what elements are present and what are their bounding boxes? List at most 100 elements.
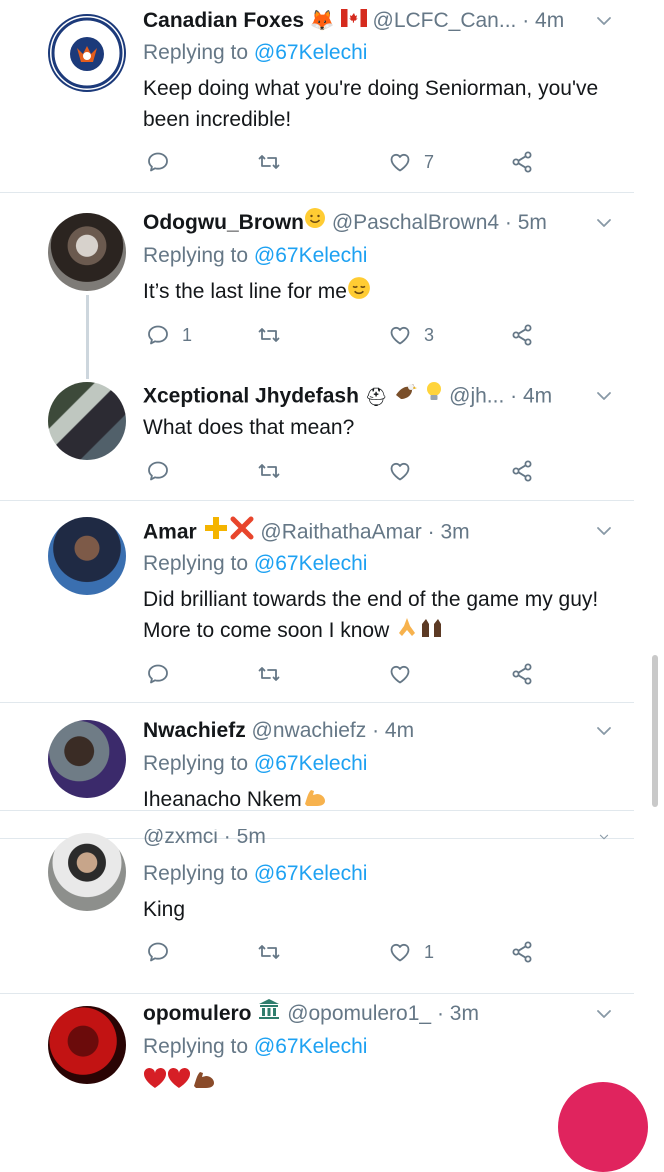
replying-to-label: Replying to — [143, 1035, 249, 1058]
like-button[interactable] — [388, 659, 412, 689]
replying-to-label: Replying to — [143, 862, 249, 885]
handle[interactable]: @nwachiefz — [252, 719, 367, 742]
replying-to: Replying to @67Kelechi — [143, 1031, 367, 1063]
tweet-header: @zxmci · 5m — [143, 829, 266, 849]
share-button[interactable] — [510, 937, 534, 967]
replying-to-label: Replying to — [143, 244, 249, 267]
display-name[interactable]: opomulero — [143, 1002, 252, 1025]
like-button[interactable] — [388, 456, 412, 486]
chevron-down-icon[interactable] — [594, 11, 614, 31]
avatar[interactable] — [48, 833, 126, 911]
avatar[interactable] — [48, 517, 126, 595]
replying-to-handle[interactable]: @67Kelechi — [254, 41, 368, 64]
share-button[interactable] — [510, 147, 534, 177]
share-button[interactable] — [510, 320, 534, 350]
scrollbar[interactable] — [652, 655, 658, 807]
like-count: 3 — [424, 324, 435, 345]
like-button[interactable]: 7 — [388, 147, 434, 177]
retweet-button[interactable] — [257, 147, 281, 177]
chevron-down-icon[interactable] — [594, 386, 614, 406]
handle[interactable]: @zxmci · 5m — [143, 829, 266, 848]
chevron-down-icon[interactable] — [594, 831, 614, 843]
avatar[interactable] — [48, 720, 126, 798]
reply-button[interactable] — [146, 456, 170, 486]
like-icon — [388, 150, 412, 174]
fox-emoji-icon: 🦊 — [309, 10, 335, 33]
chevron-down-icon[interactable] — [594, 213, 614, 233]
like-button[interactable]: 3 — [388, 320, 434, 350]
tweet-text: King — [143, 898, 186, 921]
display-name[interactable]: Nwachiefz — [143, 719, 246, 742]
replying-to-handle[interactable]: @67Kelechi — [254, 752, 368, 775]
tweet-header: Amar @RaithathaAmar · 3m — [143, 515, 470, 547]
tweet-header: opomulero @opomulero1_ · 3m — [143, 998, 479, 1030]
replying-to: Replying to @67Kelechi — [143, 548, 367, 580]
like-count: 1 — [424, 941, 435, 962]
retweet-icon — [257, 662, 281, 686]
light-bulb-emoji-icon — [425, 380, 443, 414]
replying-to: Replying to @67Kelechi — [143, 748, 367, 780]
avatar[interactable] — [48, 14, 126, 92]
replying-to-handle[interactable]: @67Kelechi — [254, 862, 368, 885]
share-icon — [510, 323, 534, 347]
timestamp: · 4m — [522, 9, 565, 32]
share-icon — [510, 662, 534, 686]
share-icon — [510, 940, 534, 964]
like-button[interactable]: 1 — [388, 937, 434, 967]
chevron-down-icon[interactable] — [594, 521, 614, 541]
tweet[interactable]: Nwachiefz @nwachiefz · 4m Replying to @6… — [0, 703, 664, 810]
display-name[interactable]: Odogwu_Brown — [143, 211, 304, 234]
like-count: 7 — [424, 151, 435, 172]
retweet-button[interactable] — [257, 937, 281, 967]
handle[interactable]: @RaithathaAmar — [260, 521, 421, 544]
retweet-button[interactable] — [257, 659, 281, 689]
tweet[interactable]: Canadian Foxes 🦊 @LCFC_Can... · 4m Reply… — [0, 0, 664, 192]
avatar[interactable] — [48, 1006, 126, 1084]
reply-button[interactable] — [146, 147, 170, 177]
tweet-header: Odogwu_Brown @PaschalBrown4 · 5m — [143, 207, 547, 239]
tweet-text — [143, 1066, 623, 1096]
replying-to-handle[interactable]: @67Kelechi — [254, 1035, 368, 1058]
reply-button[interactable]: 1 — [146, 320, 192, 350]
display-name[interactable]: Amar — [143, 521, 197, 544]
tweet-actions — [143, 456, 563, 486]
tweet[interactable]: Xceptional Jhydefash ⛑ @jh... · 4m What … — [0, 360, 664, 500]
handle[interactable]: @opomulero1_ — [287, 1002, 431, 1025]
retweet-icon — [257, 150, 281, 174]
handle[interactable]: @LCFC_Can... — [373, 9, 517, 32]
tweet[interactable]: @zxmci · 5m Replying to @67Kelechi King … — [0, 829, 664, 993]
retweet-button[interactable] — [257, 456, 281, 486]
reply-icon — [146, 940, 170, 964]
tweet[interactable]: opomulero @opomulero1_ · 3m Replying to … — [0, 994, 664, 1096]
share-button[interactable] — [510, 456, 534, 486]
timestamp: · 3m — [427, 520, 470, 544]
display-name[interactable]: Canadian Foxes — [143, 9, 304, 32]
replying-to: Replying to @67Kelechi — [143, 858, 367, 890]
tweet[interactable]: Odogwu_Brown @PaschalBrown4 · 5m Replyin… — [0, 193, 664, 360]
timestamp: · 4m — [510, 384, 553, 408]
tweet-actions: 1 — [143, 937, 563, 967]
handle[interactable]: @PaschalBrown4 — [332, 211, 499, 234]
handle[interactable]: @jh... — [449, 385, 504, 408]
avatar[interactable] — [48, 213, 126, 291]
tweet-text-content: It’s the last line for me — [143, 280, 347, 304]
reply-button[interactable] — [146, 659, 170, 689]
share-button[interactable] — [510, 659, 534, 689]
reply-button[interactable] — [146, 937, 170, 967]
retweet-button[interactable] — [257, 320, 281, 350]
chevron-down-icon[interactable] — [594, 1004, 614, 1024]
canada-flag-icon — [340, 5, 367, 37]
tweet[interactable]: Amar @RaithathaAmar · 3m Replying to @67… — [0, 501, 664, 702]
timestamp: · 4m — [372, 719, 415, 742]
replying-to-label: Replying to — [143, 41, 249, 64]
cross-mark-emoji-icon — [229, 515, 255, 551]
avatar[interactable] — [48, 382, 126, 460]
replying-to-handle[interactable]: @67Kelechi — [254, 244, 368, 267]
display-name[interactable]: Xceptional Jhydefash — [143, 385, 359, 408]
reply-icon — [146, 662, 170, 686]
chevron-down-icon[interactable] — [594, 721, 614, 741]
retweet-icon — [257, 459, 281, 483]
reply-icon — [146, 459, 170, 483]
replying-to-handle[interactable]: @67Kelechi — [254, 552, 368, 575]
red-heart-emoji-icon — [143, 1067, 167, 1096]
